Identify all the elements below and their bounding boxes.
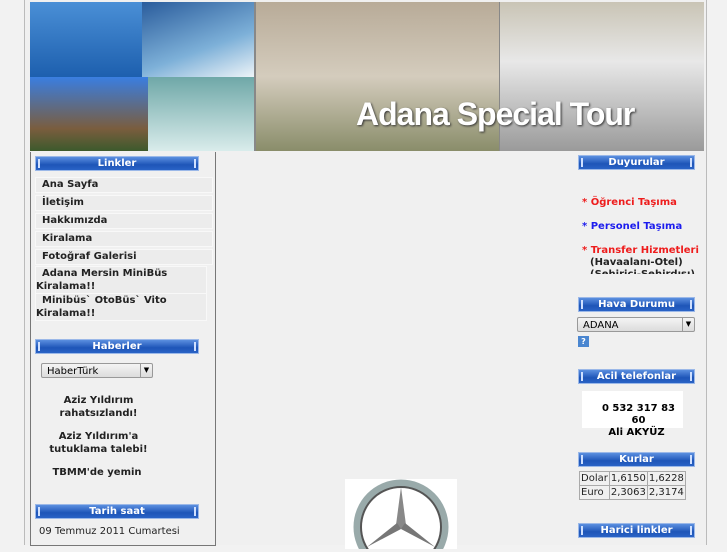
table-row: Euro 2,3063 2,3174	[579, 485, 686, 500]
duyurular-header: Duyurular	[578, 155, 695, 170]
chevron-down-icon: ▼	[140, 364, 152, 377]
city-value: ADANA	[583, 320, 619, 331]
linkler-header: Linkler	[35, 156, 199, 171]
nav-minibus-otobus-vito[interactable]: Minibüs` OtoBüs` Vito Kiralama!!	[35, 293, 207, 321]
nav-ana-sayfa[interactable]: Ana Sayfa	[35, 177, 213, 193]
nav-iletisim[interactable]: İletişim	[35, 195, 213, 211]
currency-name: Euro	[579, 485, 610, 500]
buy-rate: 2,3063	[608, 485, 648, 500]
banner-photo-pamukkale	[148, 77, 254, 151]
hava-durumu-header: Hava Durumu	[578, 297, 695, 312]
announcement-ogrenci: * Öğrenci Taşıma	[582, 197, 677, 208]
nav-kiralama[interactable]: Kiralama	[35, 231, 213, 247]
help-icon[interactable]: ?	[578, 336, 589, 347]
current-date: 09 Temmuz 2011 Cumartesi	[39, 526, 180, 537]
buy-rate: 1,6150	[608, 471, 648, 486]
left-sidebar: Linkler Ana Sayfa İletişim Hakkımızda Ki…	[30, 152, 216, 546]
news-source-value: HaberTürk	[47, 366, 99, 377]
kurlar-header: Kurlar	[578, 452, 695, 467]
table-row: Dolar 1,6150 1,6228	[579, 471, 686, 486]
acil-telefonlar-header: Acil telefonlar	[578, 369, 695, 384]
header-banner: Adana Special Tour	[30, 2, 704, 151]
currency-name: Dolar	[579, 471, 610, 486]
banner-photo-wave	[142, 2, 254, 77]
emergency-phone: 0 532 317 83 60	[601, 403, 676, 426]
announcement-sub: (Havaalanı-Otel)	[590, 257, 683, 268]
haberler-header: Haberler	[35, 339, 199, 354]
nav-adana-mersin-minibus[interactable]: Adana Mersin MiniBüs Kiralama!!	[35, 266, 207, 294]
announcement-sub-scrolling: (Şehirici-Şehirdışı)	[590, 269, 695, 274]
chevron-down-icon: ▼	[682, 318, 694, 331]
announcement-transfer: * Transfer Hizmetleri	[582, 245, 699, 256]
emergency-name: Ali AKYÜZ	[608, 427, 665, 438]
news-item[interactable]: TBMM'de yemin	[41, 466, 153, 479]
banner-photo-trojan-horse	[30, 77, 148, 151]
emergency-contact-box: 0 532 317 83 60 Ali AKYÜZ	[582, 391, 683, 438]
mercedes-logo	[345, 479, 457, 552]
harici-linkler-header: Harici linkler	[578, 523, 695, 538]
sell-rate: 1,6228	[646, 471, 686, 486]
news-source-select[interactable]: HaberTürk ▼	[41, 363, 153, 378]
site-title: Adana Special Tour	[356, 96, 635, 132]
announcement-personel: * Personel Taşıma	[582, 221, 683, 232]
tarih-saat-header: Tarih saat	[35, 504, 199, 519]
nav-hakkimizda[interactable]: Hakkımızda	[35, 213, 213, 229]
sell-rate: 2,3174	[646, 485, 686, 500]
nav-fotograf-galerisi[interactable]: Fotoğraf Galerisi	[35, 249, 213, 265]
news-item[interactable]: Aziz Yıldırım rahatsızlandı!	[51, 394, 146, 420]
city-select[interactable]: ADANA ▼	[577, 317, 695, 332]
banner-photo-castle	[30, 2, 142, 77]
news-item[interactable]: Aziz Yıldırım'a tutuklama talebi!	[41, 430, 156, 456]
exchange-rates-table: Dolar 1,6150 1,6228 Euro 2,3063 2,3174	[579, 471, 686, 500]
